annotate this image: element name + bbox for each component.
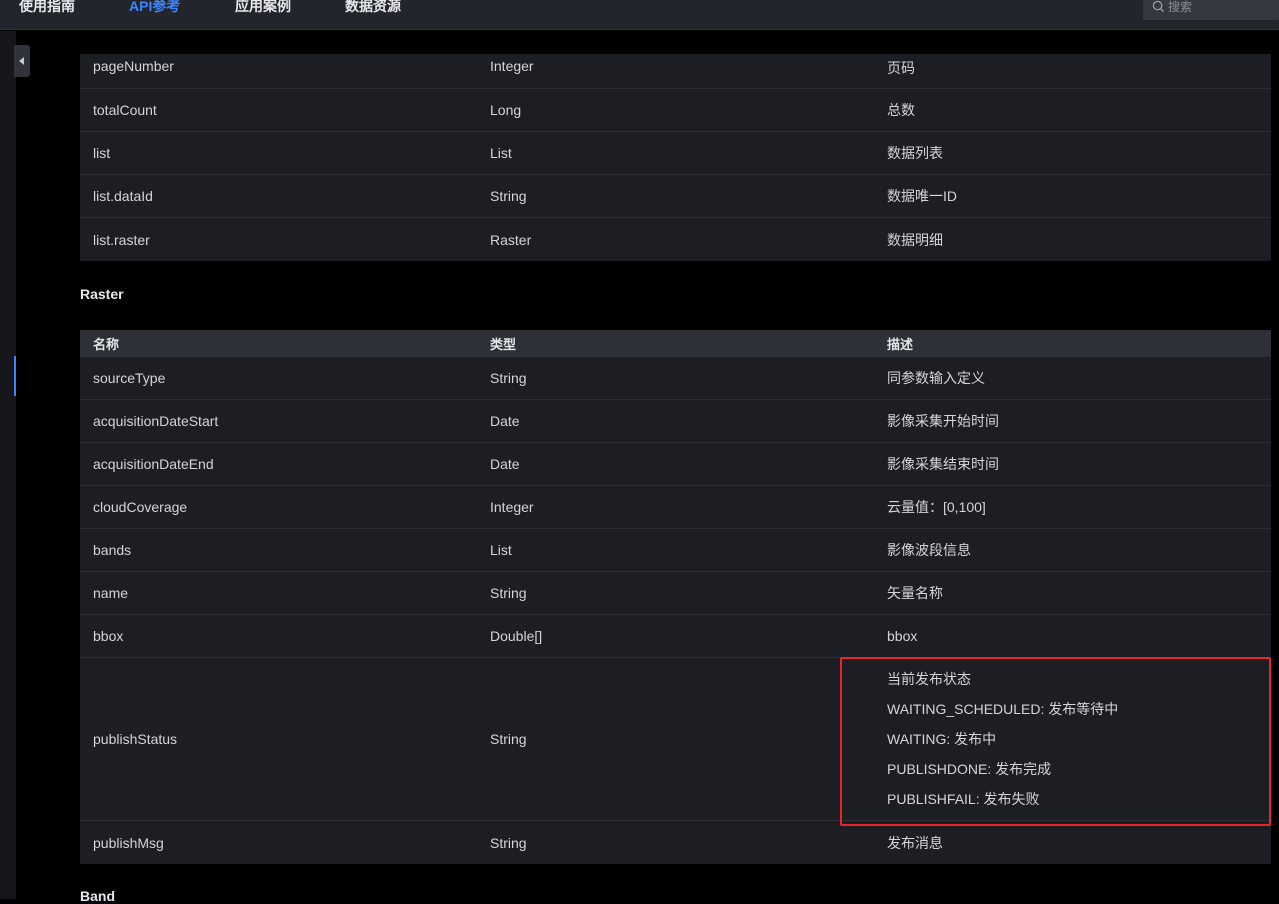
table-row: acquisitionDateEnd Date 影像采集结束时间 <box>80 443 1271 486</box>
publish-status-desc: 当前发布状态 WAITING_SCHEDULED: 发布等待中 WAITING:… <box>887 669 1118 819</box>
field-name: name <box>93 585 129 601</box>
publish-status-line: 当前发布状态 <box>887 671 971 687</box>
section-title-band: Band <box>80 888 115 904</box>
field-type: String <box>490 731 527 747</box>
field-desc: 数据列表 <box>887 145 943 161</box>
field-desc: 云量值：[0,100] <box>887 499 986 515</box>
publish-status-line: PUBLISHDONE: 发布完成 <box>887 761 1052 777</box>
nav-tab-use-cases[interactable]: 应用案例 <box>235 0 291 17</box>
table-row: publishMsg String 发布消息 <box>80 821 1271 864</box>
sidebar-strip <box>0 31 16 899</box>
field-type: Double[] <box>490 628 543 644</box>
sidebar-active-indicator <box>14 356 16 396</box>
field-desc: 影像采集开始时间 <box>887 413 999 429</box>
field-type: Date <box>490 456 520 472</box>
field-type: List <box>490 145 512 161</box>
field-type: String <box>490 370 527 386</box>
nav-tab-data-resources[interactable]: 数据资源 <box>345 0 401 17</box>
table-row: bbox Double[] bbox <box>80 615 1271 658</box>
header-desc: 描述 <box>887 337 914 352</box>
table-row: bands List 影像波段信息 <box>80 529 1271 572</box>
field-type: String <box>490 834 527 851</box>
publish-status-line: WAITING: 发布中 <box>887 731 997 747</box>
table-row: list.dataId String 数据唯一ID <box>80 175 1271 218</box>
field-name: bands <box>93 542 132 558</box>
field-type: Date <box>490 413 520 429</box>
field-type: String <box>490 585 527 601</box>
field-desc: bbox <box>887 628 918 644</box>
field-type: List <box>490 542 512 558</box>
field-desc: 页码 <box>887 60 915 76</box>
sidebar-collapse-button[interactable] <box>14 45 30 77</box>
field-name: publishMsg <box>93 834 164 851</box>
field-name: pageNumber <box>93 58 174 74</box>
header-type: 类型 <box>490 337 517 352</box>
table-row: acquisitionDateStart Date 影像采集开始时间 <box>80 400 1271 443</box>
field-type: Long <box>490 102 522 118</box>
field-desc: 影像波段信息 <box>887 542 971 558</box>
field-type: String <box>490 188 527 204</box>
field-name: sourceType <box>93 370 166 386</box>
table-row: sourceType String 同参数输入定义 <box>80 357 1271 400</box>
field-name: totalCount <box>93 102 157 118</box>
table-row: list List 数据列表 <box>80 132 1271 175</box>
publish-status-line: WAITING_SCHEDULED: 发布等待中 <box>887 701 1119 717</box>
table-header: 名称 类型 描述 <box>80 330 1271 357</box>
field-desc: 数据明细 <box>887 231 943 248</box>
field-type: Raster <box>490 231 532 248</box>
field-desc: 影像采集结束时间 <box>887 456 999 472</box>
search-box[interactable] <box>1143 0 1279 20</box>
search-icon <box>1152 0 1165 13</box>
table-row: totalCount Long 总数 <box>80 89 1271 132</box>
field-name: list.raster <box>93 231 150 248</box>
section-title-raster: Raster <box>80 286 124 302</box>
nav-tab-guide[interactable]: 使用指南 <box>19 0 75 17</box>
table-row: pageNumber Integer 页码 <box>80 54 1271 89</box>
field-desc: 矢量名称 <box>887 585 943 601</box>
field-name: cloudCoverage <box>93 499 188 515</box>
raster-fields-table: 名称 类型 描述 sourceType String 同参数输入定义 acqui… <box>80 330 1271 864</box>
table-row: list.raster Raster 数据明细 <box>80 218 1271 261</box>
search-input[interactable] <box>1168 0 1276 20</box>
field-desc: 同参数输入定义 <box>887 370 985 386</box>
field-type: Integer <box>490 58 534 74</box>
field-name: publishStatus <box>93 731 178 747</box>
field-type: Integer <box>490 499 534 515</box>
table-row: name String 矢量名称 <box>80 572 1271 615</box>
field-desc: 数据唯一ID <box>887 188 957 204</box>
table-row-publish-status: publishStatus String 当前发布状态 WAITING_SCHE… <box>80 658 1271 821</box>
field-name: acquisitionDateStart <box>93 413 219 429</box>
publish-status-line: PUBLISHFAIL: 发布失败 <box>887 791 1040 807</box>
caret-left-icon <box>19 57 24 65</box>
nav-tab-api-reference[interactable]: API参考 <box>129 0 180 17</box>
field-name: bbox <box>93 628 124 644</box>
field-name: acquisitionDateEnd <box>93 456 214 472</box>
field-name: list.dataId <box>93 188 153 204</box>
field-desc: 发布消息 <box>887 834 943 851</box>
top-nav-bar: 使用指南 API参考 应用案例 数据资源 <box>0 0 1279 30</box>
table-row: cloudCoverage Integer 云量值：[0,100] <box>80 486 1271 529</box>
field-name: list <box>93 145 111 161</box>
field-desc: 总数 <box>887 102 915 118</box>
header-name: 名称 <box>93 337 120 352</box>
response-fields-table: pageNumber Integer 页码 totalCount Long 总数… <box>80 54 1271 261</box>
